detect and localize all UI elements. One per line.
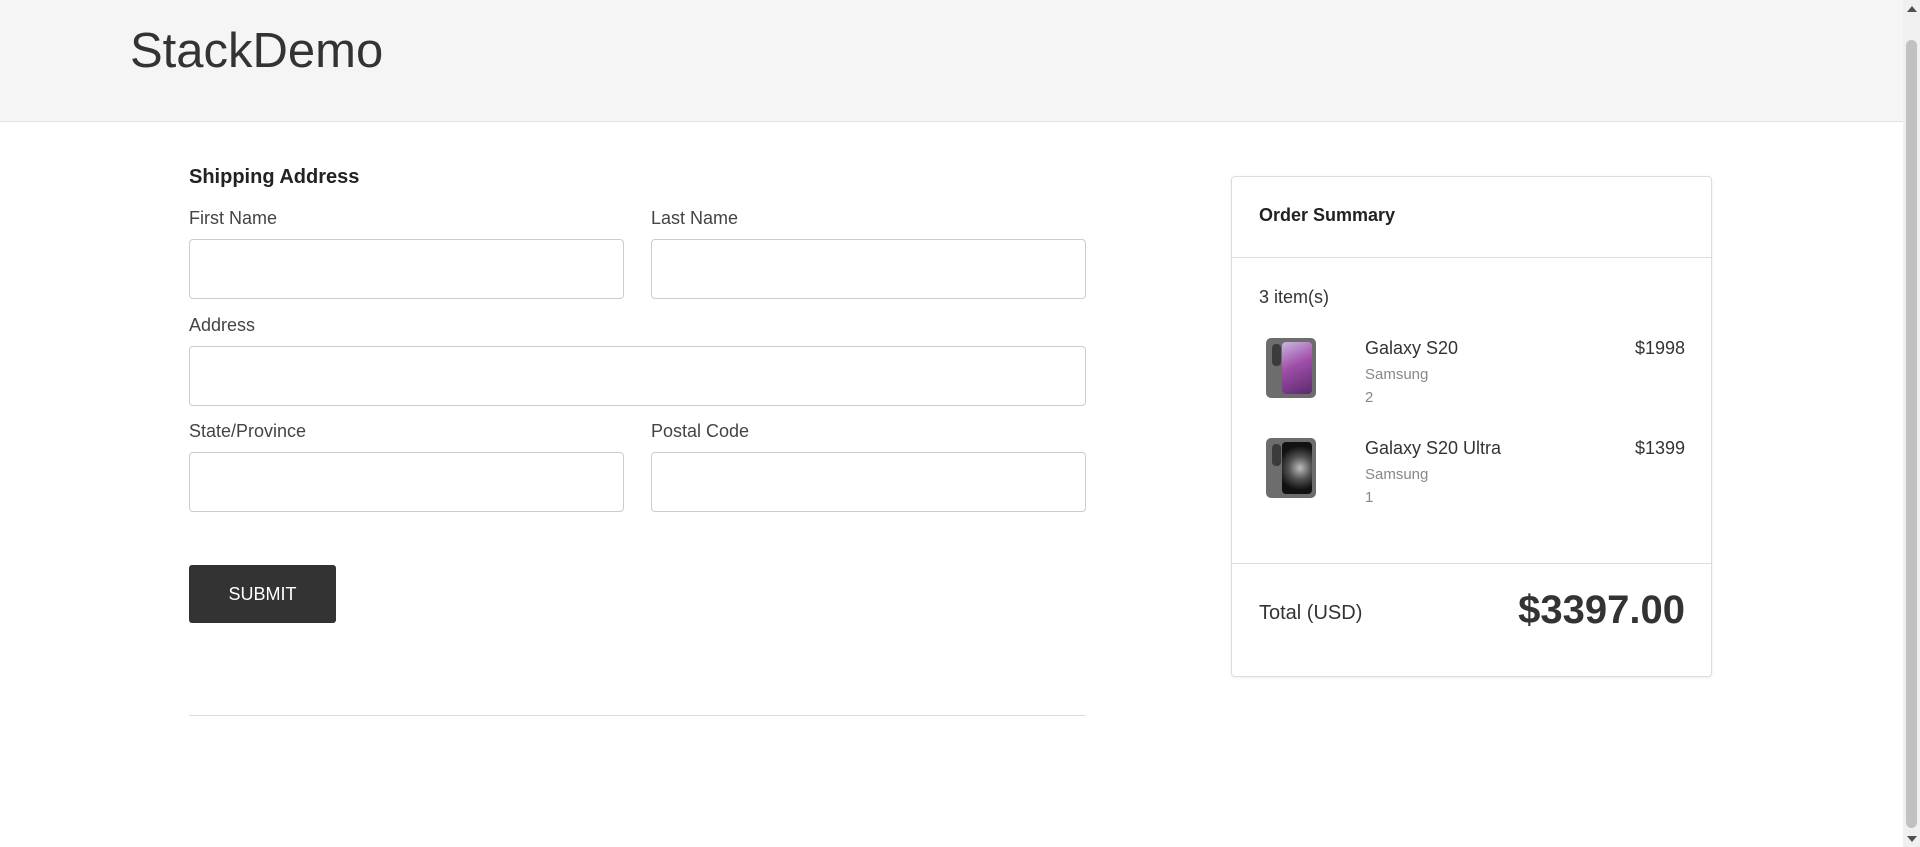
postal-code-label: Postal Code — [651, 421, 750, 441]
vertical-scrollbar[interactable] — [1903, 0, 1920, 847]
state-province-field[interactable] — [189, 452, 624, 512]
shipping-address-heading: Shipping Address — [189, 166, 360, 188]
first-name-field[interactable] — [189, 239, 624, 299]
galaxy-s20-ultra-phone-image — [1266, 438, 1316, 498]
site-header: StackDemo — [0, 0, 1903, 122]
form-divider — [189, 715, 1086, 716]
total-label: Total (USD) — [1259, 602, 1363, 624]
state-province-label: State/Province — [189, 421, 307, 441]
scroll-up-arrow-icon[interactable] — [1903, 0, 1920, 17]
item-name: Galaxy S20 — [1365, 338, 1459, 358]
order-summary-card: Order Summary 3 item(s) Galaxy S20 Samsu… — [1231, 176, 1712, 677]
item-name: Galaxy S20 Ultra — [1365, 438, 1502, 458]
summary-divider — [1232, 563, 1711, 564]
item-price: $1998 — [1634, 338, 1685, 358]
postal-code-field[interactable] — [651, 452, 1086, 512]
order-item: Galaxy S20 Ultra Samsung 1 $1399 — [1232, 438, 1711, 518]
summary-divider — [1232, 257, 1711, 258]
galaxy-s20-phone-image — [1266, 338, 1316, 398]
address-field[interactable] — [189, 346, 1086, 406]
first-name-label: First Name — [189, 208, 278, 228]
item-count: 3 item(s) — [1259, 287, 1330, 307]
order-summary-heading: Order Summary — [1259, 205, 1396, 225]
brand-logo[interactable]: StackDemo — [130, 21, 383, 81]
last-name-label: Last Name — [651, 208, 739, 228]
last-name-field[interactable] — [651, 239, 1086, 299]
scrollbar-thumb[interactable] — [1906, 40, 1917, 828]
total-value: $3397.00 — [1518, 588, 1685, 632]
scroll-down-arrow-icon[interactable] — [1903, 830, 1920, 847]
item-quantity: 2 — [1365, 389, 1374, 406]
item-price: $1399 — [1634, 438, 1685, 458]
submit-button[interactable]: SUBMIT — [189, 565, 336, 623]
item-brand: Samsung — [1365, 466, 1429, 483]
item-brand: Samsung — [1365, 366, 1429, 383]
order-item: Galaxy S20 Samsung 2 $1998 — [1232, 338, 1711, 418]
item-quantity: 1 — [1365, 489, 1374, 506]
address-label: Address — [189, 315, 256, 335]
